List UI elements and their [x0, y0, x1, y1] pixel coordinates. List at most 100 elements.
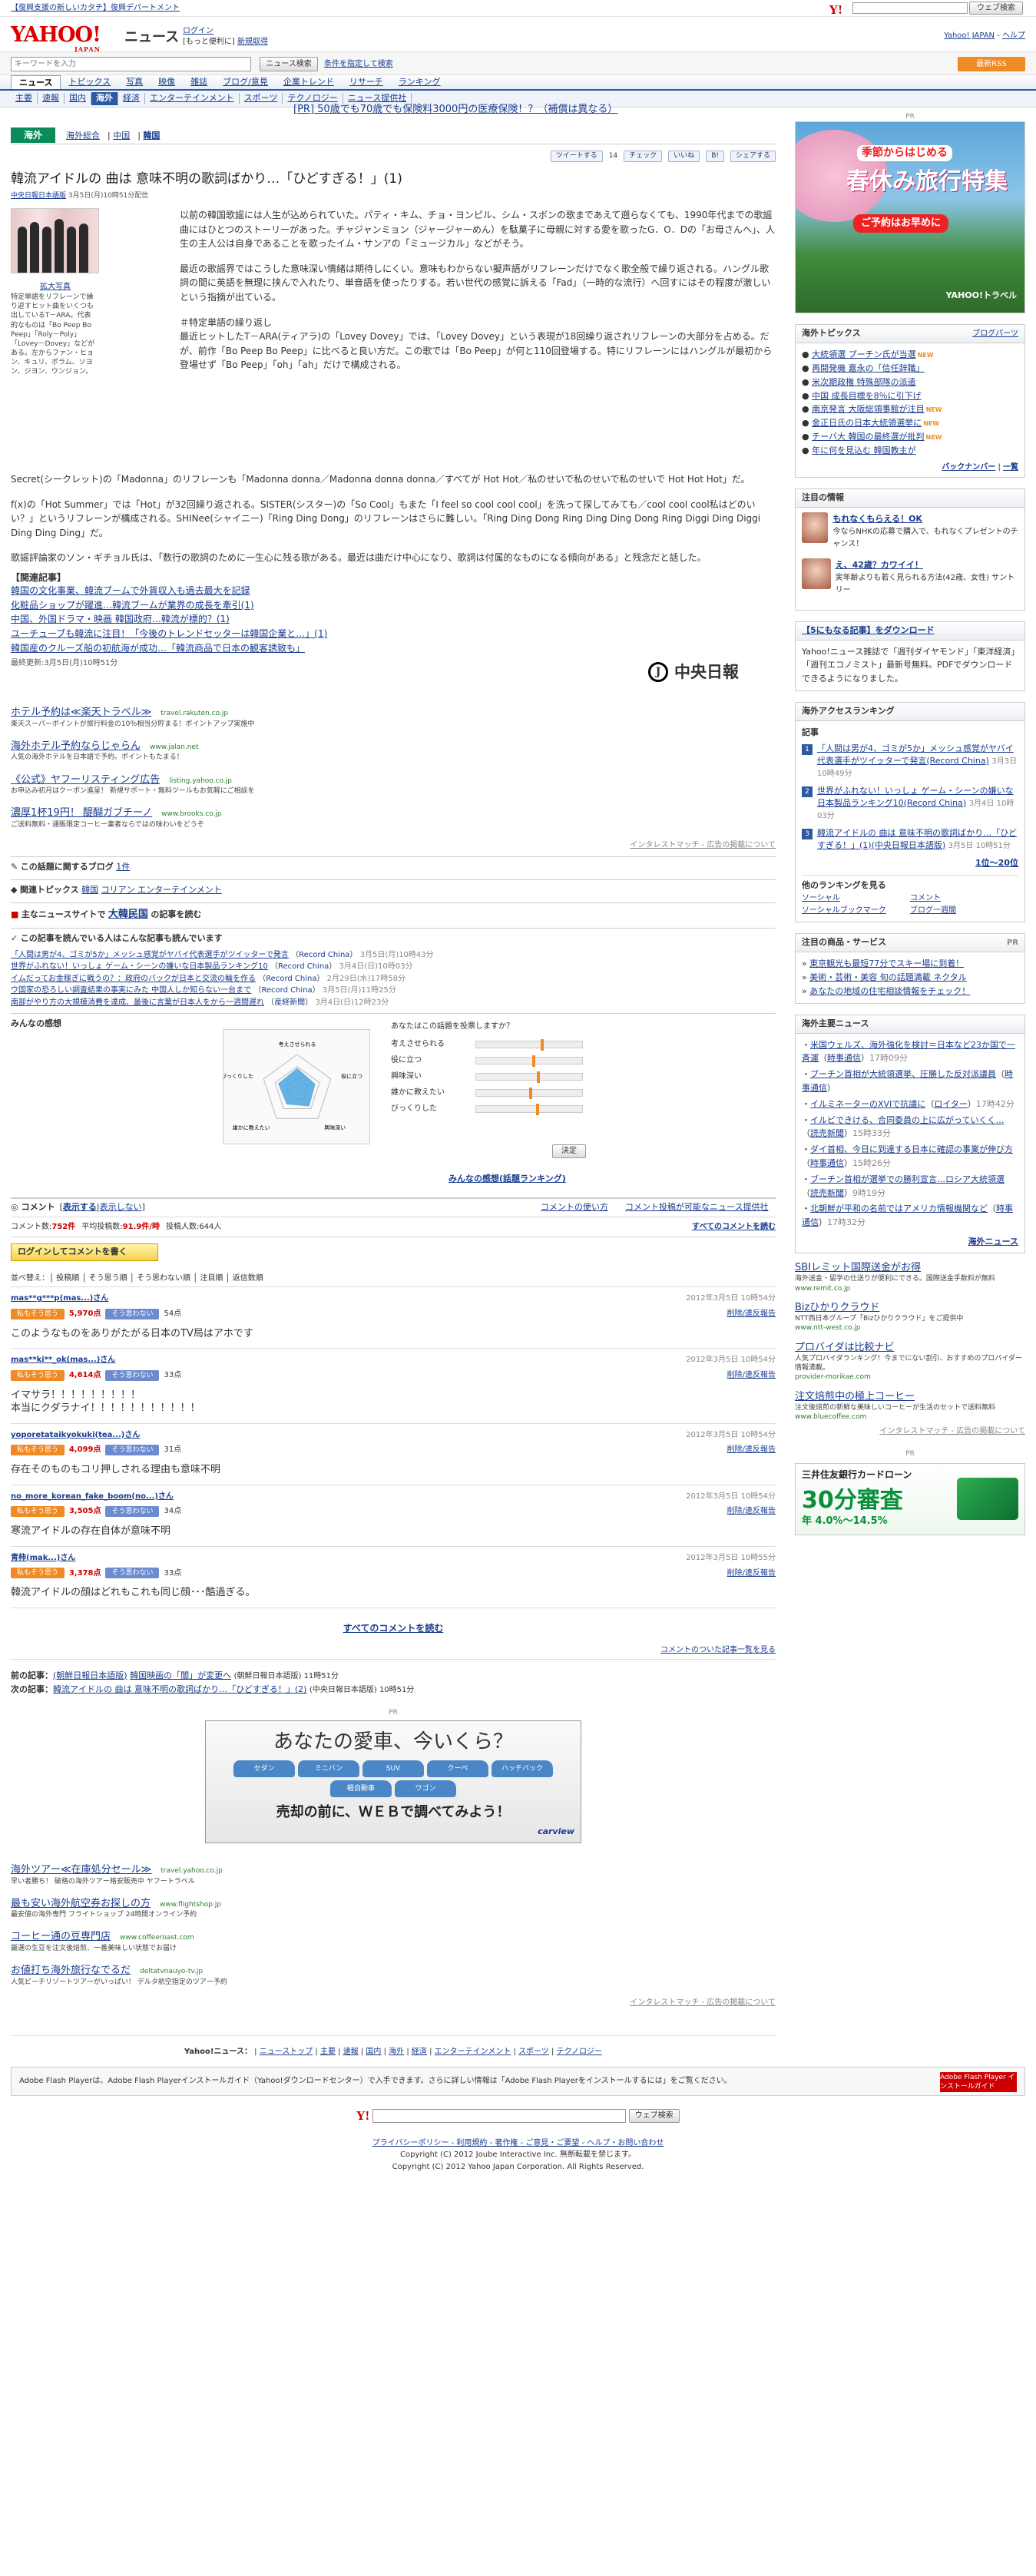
subnav-breaking[interactable]: 速報: [38, 93, 65, 104]
vote-slider[interactable]: [475, 1088, 583, 1100]
topics-list-link[interactable]: 一覧: [1003, 463, 1018, 472]
share-button[interactable]: シェアする: [730, 150, 776, 162]
category-link-china[interactable]: 中国: [113, 131, 130, 141]
footer-nav-link[interactable]: スポーツ: [518, 2048, 549, 2056]
disagree-button[interactable]: そう思わない: [105, 1506, 160, 1518]
check-button[interactable]: チェック: [624, 150, 663, 162]
side-ad-item[interactable]: Bizひかりクラウド NTT西日本グループ「Bizひかりクラウド」をご提供中 www…: [795, 1301, 1025, 1333]
related-link[interactable]: 韓国産のクルーズ船の初航海が成功…「韓流商品で日本の観客誘致も」: [11, 641, 776, 656]
world-news-more-link[interactable]: 海外ニュース: [968, 1237, 1018, 1247]
footer-nav-link[interactable]: 海外: [389, 2048, 404, 2056]
backnumber-link[interactable]: バックナンバー: [942, 463, 995, 472]
side-topic-item[interactable]: ● 大統領選 プーチン氏が当選 NEW: [802, 348, 1018, 362]
side-topic-link[interactable]: 金正日氏の日本大統領選挙に: [812, 418, 922, 428]
yahoo-logo[interactable]: YAHOO! JAPAN: [11, 22, 101, 54]
car-type-button[interactable]: セダン: [233, 1760, 295, 1778]
side-ad-title[interactable]: プロバイダは比較ナビ: [795, 1341, 1025, 1355]
side-topic-link[interactable]: チーバ大 韓国の最終選が批判: [812, 432, 924, 442]
publisher-logo[interactable]: J 中央日報: [648, 658, 771, 686]
world-news-source[interactable]: 時事通信: [810, 1158, 844, 1168]
pick-link[interactable]: あなたの地域の住宅相談情報をチェック！: [809, 986, 970, 996]
login-link[interactable]: ログイン: [183, 27, 213, 35]
top-search-button[interactable]: ウェブ検索: [969, 2, 1023, 15]
nav-blog[interactable]: ブログ/意見: [215, 75, 276, 89]
help-link[interactable]: ヘルプ: [1002, 31, 1025, 40]
enlarge-photo-link[interactable]: 拡大写真: [40, 282, 71, 293]
pick-item[interactable]: » 美術・芸術・美容 旬の話題満載 ネクタル: [802, 971, 1018, 985]
pick-item[interactable]: » 東京観光も最短77分でスキー場に到着！: [802, 957, 1018, 971]
vote-slider-handle[interactable]: [529, 1088, 533, 1100]
world-news-source[interactable]: 時事通信: [827, 1053, 861, 1063]
pr-top-link[interactable]: [PR] 50歳でも70歳でも保険料3000円の医療保険！？（補償は異なる）: [293, 103, 617, 117]
side-topic-link[interactable]: 再開発機 嘉永の「信任辞職」: [812, 363, 925, 373]
footer-nav-link[interactable]: テクノロジー: [557, 2048, 602, 2056]
world-news-source[interactable]: 読売新聞: [810, 1188, 844, 1198]
ad-item[interactable]: 海外ホテル予約ならじゃらん www.jalan.net 人気の海外ホテルを日本語で予…: [11, 740, 776, 763]
side-topic-link[interactable]: 米次期政権 特殊部隊の派遣: [812, 377, 916, 387]
alsoread-item[interactable]: イムだってお金稼ぎに戦うの？：政府のバックが日本と交流の輪を作る （Record…: [11, 973, 776, 985]
car-banner-ad[interactable]: あなたの愛車、今いくら？ セダン ミニバン SUV クーペ ハッチバック 軽自動車 ワゴン …: [205, 1720, 581, 1844]
ranking-item[interactable]: 3 韓流アイドルの 曲は 意味不明の歌詞ばかり…「ひどすぎる！」(1)(中央日報日…: [802, 827, 1018, 852]
footer-nav-link[interactable]: 主要: [320, 2048, 336, 2056]
comment-username[interactable]: 青柿(mak...)さん: [11, 1553, 75, 1564]
all-comments-link-top[interactable]: すべてのコメントを読む: [692, 1222, 776, 1233]
comment-ranking-link[interactable]: コメントのついた記事一覧を見る: [660, 1646, 776, 1654]
ad-item[interactable]: ホテル予約は≪楽天トラベル≫ travel.rakuten.co.jp 楽天スーパー…: [11, 706, 776, 729]
vote-slider[interactable]: [475, 1039, 583, 1051]
signup-link[interactable]: 新規取得: [237, 38, 268, 46]
download-title-link[interactable]: 【5にもなる記事】をダウンロード: [802, 625, 935, 637]
login-to-comment-button[interactable]: ログインしてコメントを書く: [11, 1243, 158, 1262]
top-notice-link[interactable]: 【復興支援の新しいカタチ】復興デパートメント: [11, 3, 180, 14]
world-news-item[interactable]: ・プーチン首相が大統領選挙、圧勝した反対派議員（時事通信）: [802, 1068, 1018, 1095]
related-link[interactable]: 韓国の文化事業、韓流ブームで外貨収入も過去最大を記録: [11, 584, 776, 598]
other-ranking-link[interactable]: ブログ一週間: [910, 905, 1018, 917]
article-source-link[interactable]: 中央日報日本語版: [11, 192, 66, 200]
car-type-button[interactable]: ミニバン: [298, 1760, 359, 1778]
topic-link[interactable]: コリアン エンターテインメント: [101, 885, 222, 895]
nav-ranking[interactable]: ランキング: [391, 75, 448, 89]
world-news-link[interactable]: ダイ首相、今日に到達する日本に確認の事業が伸び方: [810, 1144, 1013, 1154]
side-ad-item[interactable]: プロバイダは比較ナビ 人気プロバイダランキング！今までにない割引、おすすめのプロバ…: [795, 1341, 1025, 1382]
ad-item[interactable]: コーヒー通の豆専門店 www.coffeeroast.com 厳選の生豆を注文後焙煎…: [11, 1930, 776, 1953]
comments-providers-link[interactable]: コメント投稿が可能なニュース提供社: [625, 1202, 768, 1214]
world-news-source[interactable]: ロイター: [934, 1099, 968, 1109]
news-title[interactable]: ニュース: [124, 28, 179, 47]
disagree-button[interactable]: そう思わない: [105, 1445, 160, 1456]
side-topic-link[interactable]: 年に何を見込む 韓国教主が: [812, 445, 916, 455]
ad-info-link[interactable]: インタレストマッチ - 広告の掲載について: [795, 1426, 1025, 1437]
ad-item[interactable]: 最も安い海外航空券お探しの方 www.flightshop.jp 最安値の海外専門 …: [11, 1897, 776, 1920]
world-news-item[interactable]: ・米国ウェルズ、海外強化を検討＝日本など23か国で一斉運（時事通信）17時09分: [802, 1038, 1018, 1066]
related-link[interactable]: ユーチューブも韓流に注目！「今後のトレンドセッターは韓国企業と…」(1): [11, 627, 776, 641]
vote-slider-handle[interactable]: [541, 1039, 544, 1051]
alsoread-item[interactable]: 「人間は男が4、ゴミが5か」メッシュ感覚がヤバイ代表選手がツイッターで発言 （R…: [11, 949, 776, 962]
agree-button[interactable]: 私もそう思う: [11, 1308, 65, 1319]
comments-hide-link[interactable]: 表示しない: [100, 1202, 142, 1214]
side-topic-item[interactable]: ● チーバ大 韓国の最終選が批判 NEW: [802, 430, 1018, 444]
category-link-korea[interactable]: 韓国: [143, 131, 160, 141]
vote-slider[interactable]: [475, 1104, 583, 1116]
report-link[interactable]: 削除/違反報告: [727, 1309, 776, 1319]
other-ranking-link[interactable]: ソーシャル: [802, 892, 910, 905]
info-item[interactable]: もれなくもらえる！OK 今ならNHKの応募で購入で、もれなくプレゼントのチャンス！: [802, 512, 1018, 551]
side-ad-item[interactable]: SBIレミット国際送金がお得 海外送金・留学の仕送りが便利にできる。国際送金手数料…: [795, 1261, 1025, 1293]
side-topic-link[interactable]: 大統領選 プーチン氏が当選: [812, 349, 916, 359]
subnav-sports[interactable]: スポーツ: [240, 93, 283, 104]
world-news-link[interactable]: プーチン首相が大統領選挙、圧勝した反対派議員: [810, 1069, 996, 1079]
subnav-main[interactable]: 主要: [11, 93, 38, 104]
comment-username[interactable]: mas**g***p(mas...)さん: [11, 1293, 108, 1304]
car-type-button[interactable]: SUV: [362, 1760, 424, 1778]
side-topic-item[interactable]: ● 金正日氏の日本大統領選挙に NEW: [802, 416, 1018, 430]
yahoo-small-logo[interactable]: Y!: [829, 2, 842, 18]
vote-slider-handle[interactable]: [532, 1055, 536, 1068]
subnav-economy[interactable]: 経済: [118, 93, 145, 104]
side-ad-title[interactable]: SBIレミット国際送金がお得: [795, 1261, 1025, 1275]
related-link[interactable]: 化粧品ショップが躍進…韓流ブームが業界の成長を牽引(1): [11, 598, 776, 613]
vote-slider[interactable]: [475, 1055, 583, 1068]
subnav-world[interactable]: 海外: [91, 92, 118, 105]
nav-news[interactable]: ニュース: [11, 75, 61, 89]
ranking-item[interactable]: 2 世界がふれない！いっしょ ゲーム・シーンの嫌いな日本製品ランキング10(Rec…: [802, 785, 1018, 823]
ad-item[interactable]: 《公式》ヤフーリスティング広告 listing.yahoo.co.jp お申込み初月…: [11, 773, 776, 796]
car-type-button[interactable]: ハッチバック: [492, 1760, 553, 1778]
side-ad-title[interactable]: 注文焙煎中の極上コーヒー: [795, 1390, 1025, 1404]
side-topic-item[interactable]: ● 南京発言 大阪総領事館が注目 NEW: [802, 402, 1018, 416]
